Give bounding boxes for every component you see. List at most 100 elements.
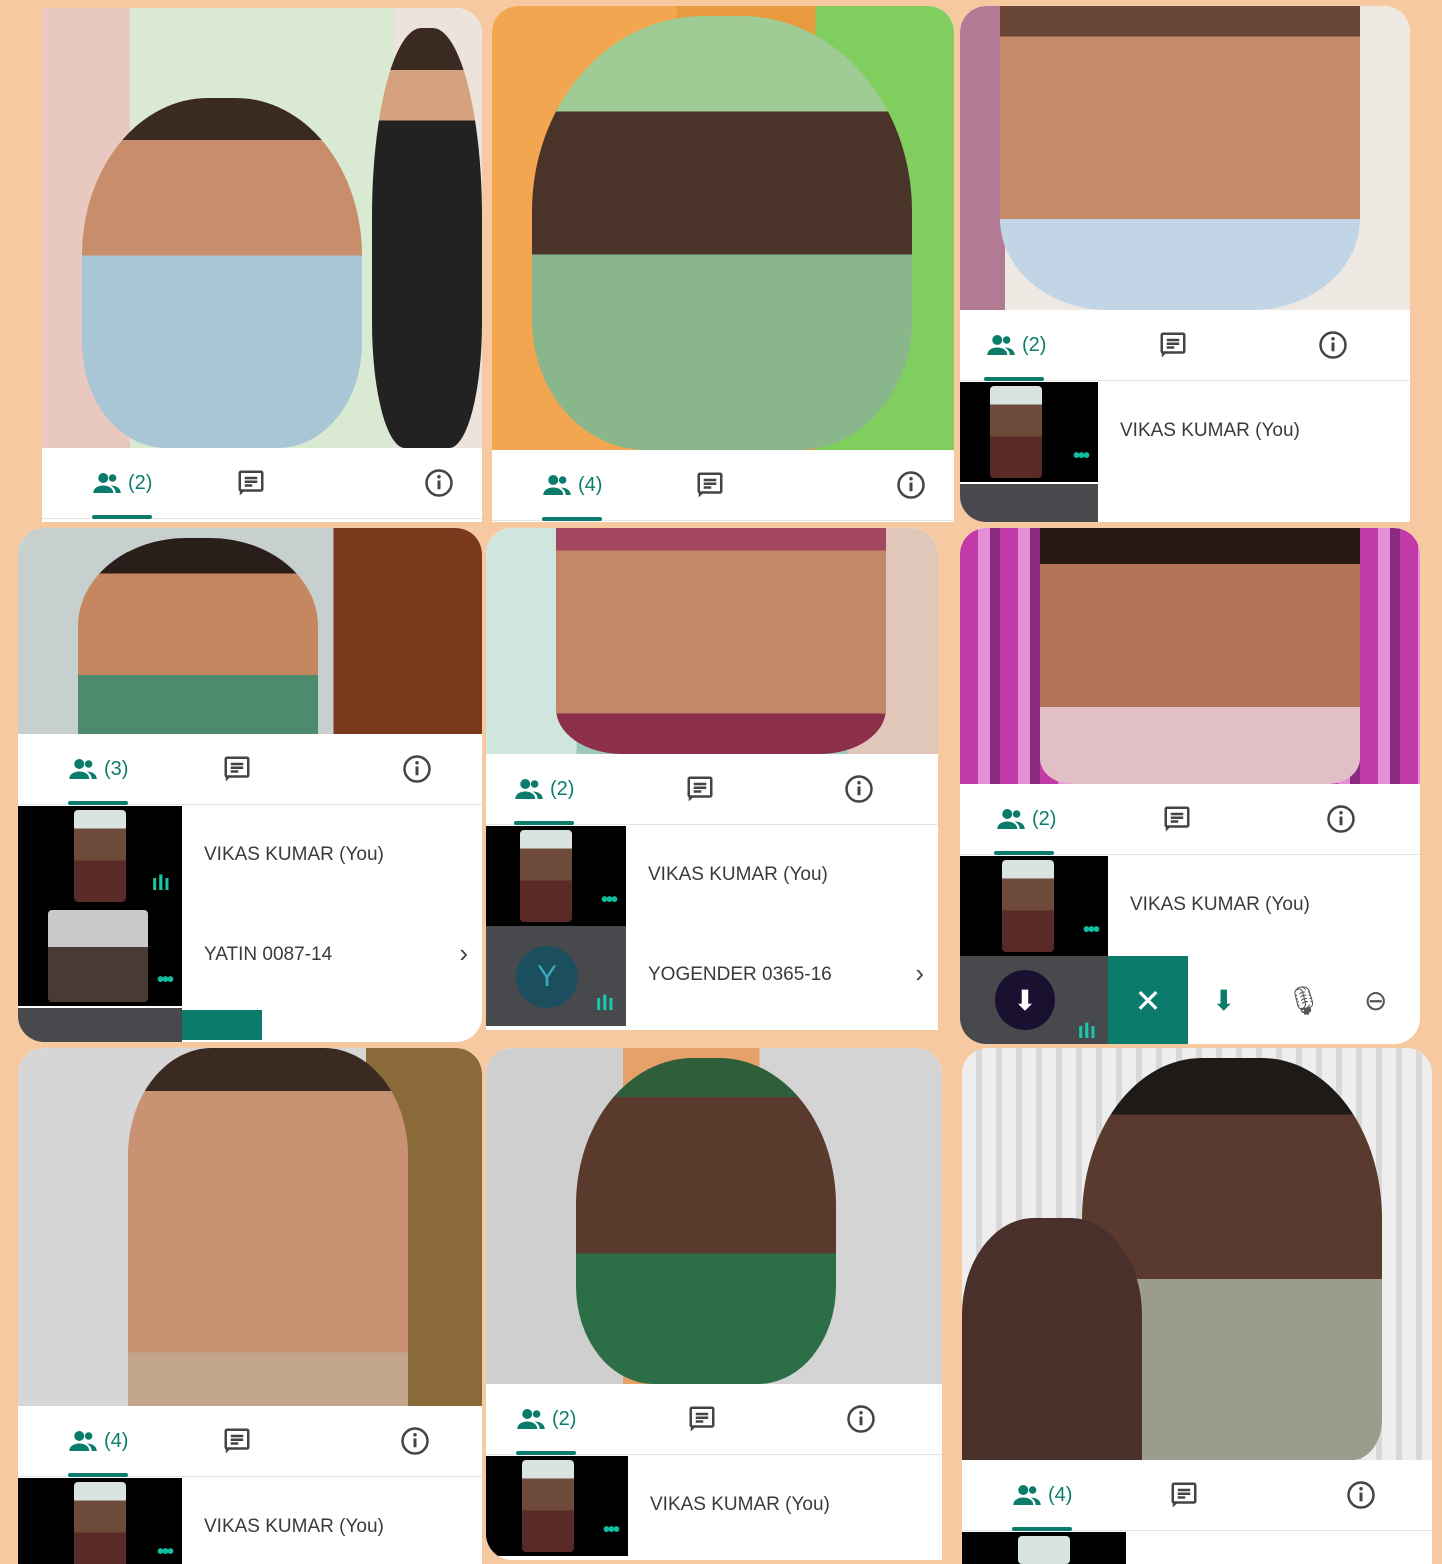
more-options-icon[interactable]: ••• <box>1083 919 1100 942</box>
people-icon <box>92 468 122 498</box>
meet-panel-4: (3) ıIı VIKAS KUMAR (You) ••• YATIN 0087… <box>18 528 482 1042</box>
tab-chat[interactable] <box>1158 310 1188 380</box>
video-feed <box>960 528 1420 784</box>
tab-info[interactable] <box>1326 784 1356 854</box>
tab-chat[interactable] <box>695 450 725 520</box>
participant-video <box>990 386 1042 478</box>
info-icon <box>400 1426 430 1456</box>
tab-bar: (2) <box>960 310 1410 381</box>
close-button[interactable]: ✕ <box>1108 956 1188 1044</box>
tab-bar: (4) <box>18 1406 482 1477</box>
chat-icon <box>1158 330 1188 360</box>
audio-level-icon: ıIı <box>151 870 170 895</box>
participant-video <box>522 1460 574 1552</box>
tab-people[interactable]: (2) <box>986 310 1046 380</box>
tab-info[interactable] <box>400 1406 430 1476</box>
chat-icon <box>687 1404 717 1434</box>
pin-icon[interactable]: ⬇ <box>995 970 1055 1030</box>
tab-chat[interactable] <box>687 1384 717 1454</box>
participant-video <box>128 1048 408 1406</box>
info-icon <box>1326 804 1356 834</box>
participant-thumbnail: Y ıIı <box>486 926 626 1026</box>
tab-info[interactable] <box>844 754 874 824</box>
tab-people[interactable]: (3) <box>68 734 128 804</box>
meet-panel-5: (2) ••• VIKAS KUMAR (You) Y ıIı YOGENDER… <box>486 528 938 1030</box>
participant-video <box>82 98 362 448</box>
participant-row[interactable]: ••• VIKAS KUMAR (You) <box>960 856 1420 956</box>
participant-video <box>556 528 886 754</box>
participant-video <box>48 910 148 1002</box>
meet-panel-3: (2) ••• VIKAS KUMAR (You) <box>960 6 1410 522</box>
meet-panel-9: (4) <box>962 1048 1432 1564</box>
participant-thumbnail: ••• <box>486 826 626 926</box>
tab-chat[interactable] <box>685 754 715 824</box>
participant-video <box>962 1218 1142 1460</box>
video-feed <box>18 528 482 734</box>
participant-row[interactable]: ••• VIKAS KUMAR (You) <box>486 1456 942 1556</box>
participant-row[interactable]: ••• VIKAS KUMAR (You) <box>960 382 1410 482</box>
participant-row[interactable]: ••• VIKAS KUMAR (You) <box>486 826 938 926</box>
more-options-icon[interactable]: ••• <box>157 1541 174 1564</box>
participant-row[interactable]: ••• YATIN 0087-14 › <box>18 906 482 1006</box>
people-icon <box>68 754 98 784</box>
tab-chat[interactable] <box>236 448 266 518</box>
participant-thumbnail: ••• <box>18 1478 182 1564</box>
tab-people[interactable]: (4) <box>68 1406 128 1476</box>
participant-row[interactable]: ıIı VIKAS KUMAR (You) <box>18 806 482 906</box>
active-tab-indicator <box>68 801 128 805</box>
people-count: (2) <box>550 777 575 800</box>
more-options-icon[interactable]: ••• <box>1073 445 1090 468</box>
tab-people[interactable]: (2) <box>516 1384 576 1454</box>
participant-thumbnail: ıIı <box>18 806 182 906</box>
participant-name: VIKAS KUMAR (You) <box>1120 420 1300 441</box>
tab-people[interactable]: (4) <box>1012 1460 1072 1530</box>
more-options-icon[interactable]: ••• <box>601 889 618 912</box>
tab-info[interactable] <box>846 1384 876 1454</box>
video-feed <box>492 6 954 450</box>
tab-chat[interactable] <box>222 1406 252 1476</box>
chevron-right-icon[interactable]: › <box>915 958 924 989</box>
tab-people[interactable]: (2) <box>996 784 1056 854</box>
active-tab-indicator <box>994 851 1054 855</box>
chevron-right-icon[interactable]: › <box>459 938 468 969</box>
info-icon <box>402 754 432 784</box>
tab-info[interactable] <box>1318 310 1348 380</box>
tab-chat[interactable] <box>1169 1460 1199 1530</box>
tab-chat[interactable] <box>1162 784 1192 854</box>
participant-video <box>74 1482 126 1564</box>
tab-people[interactable]: (4) <box>542 450 602 520</box>
collage-background: { "accent_color": "#0b7c6b", "panels": [… <box>0 0 1442 1564</box>
tab-info[interactable] <box>896 450 926 520</box>
participant-row[interactable]: Y ıIı YOGENDER 0365-16 › <box>486 926 938 1026</box>
more-options-icon[interactable]: ••• <box>603 1519 620 1542</box>
participant-row[interactable]: ••• VIKAS KUMAR (You) <box>18 1478 482 1564</box>
people-count: (4) <box>104 1429 129 1452</box>
pin-icon[interactable]: ⬇ <box>1212 984 1235 1017</box>
participant-thumbnail: ••• <box>960 856 1108 956</box>
participant-name: VIKAS KUMAR (You) <box>1130 894 1310 915</box>
tab-info[interactable] <box>1346 1460 1376 1530</box>
participant-video <box>1040 528 1360 784</box>
people-count: (4) <box>1048 1483 1073 1506</box>
participant-name: VIKAS KUMAR (You) <box>204 1516 384 1537</box>
video-feed <box>486 1048 942 1384</box>
chat-icon <box>236 468 266 498</box>
tab-people[interactable]: (2) <box>92 448 152 518</box>
tab-people[interactable]: (2) <box>514 754 574 824</box>
tab-bar: (2) <box>960 784 1420 855</box>
mic-off-icon[interactable]: 🎙 <box>1286 984 1322 1017</box>
participant-name: VIKAS KUMAR (You) <box>648 864 828 885</box>
tab-info[interactable] <box>424 448 454 518</box>
people-icon <box>1012 1480 1042 1510</box>
participant-video <box>78 538 318 734</box>
more-options-icon[interactable]: ••• <box>157 969 174 992</box>
participant-name: YOGENDER 0365-16 <box>648 964 832 985</box>
chat-icon <box>695 470 725 500</box>
people-count: (2) <box>552 1407 577 1430</box>
people-icon <box>986 330 1016 360</box>
tab-info[interactable] <box>402 734 432 804</box>
audio-level-icon: ıIı <box>595 990 614 1015</box>
tab-chat[interactable] <box>222 734 252 804</box>
row-footer <box>960 484 1098 522</box>
remove-icon[interactable]: ⊖ <box>1364 984 1387 1017</box>
